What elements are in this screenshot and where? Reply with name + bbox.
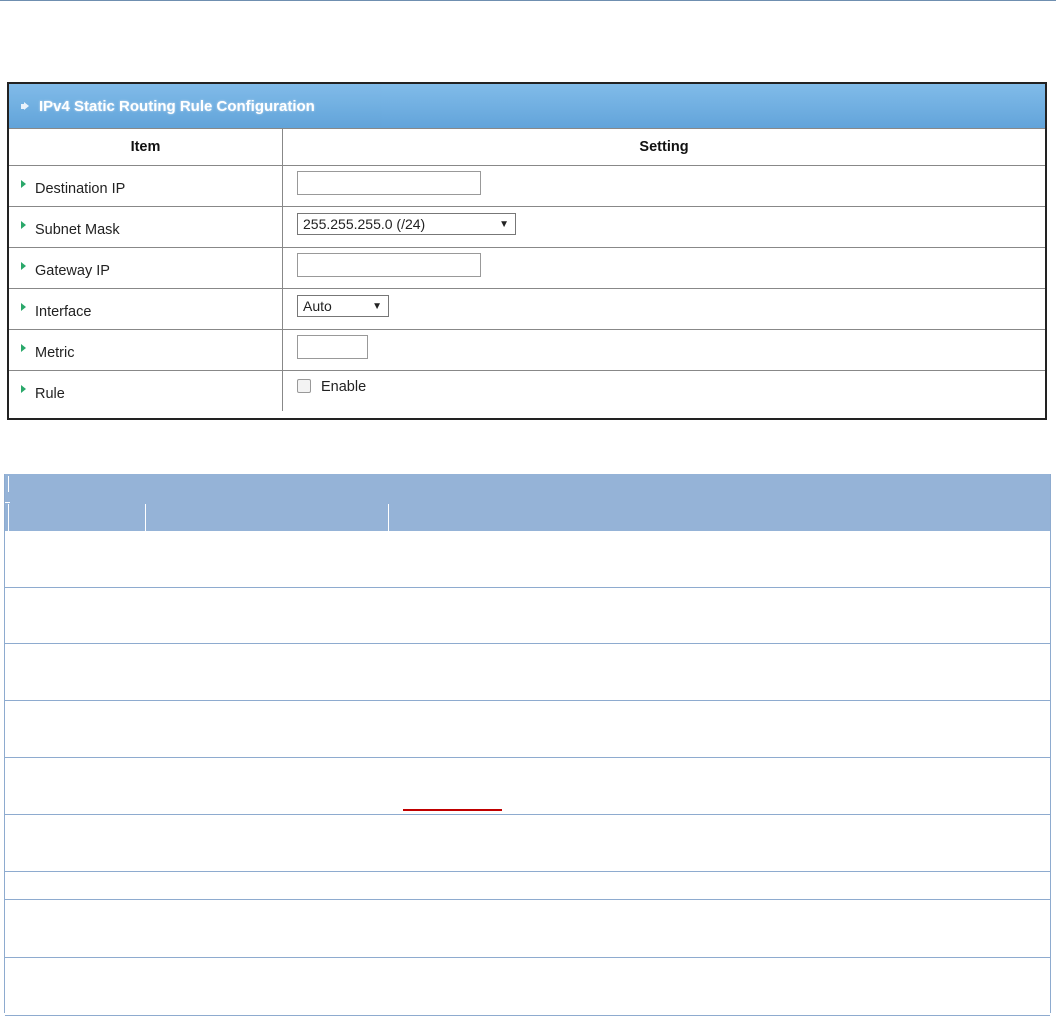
dropdown-caret-icon: ▼ xyxy=(499,218,509,230)
bullet-arrow-icon xyxy=(21,303,26,312)
header-divider xyxy=(145,504,146,531)
bullet-arrow-icon xyxy=(21,262,26,271)
panel-title: IPv4 Static Routing Rule Configuration xyxy=(39,97,315,115)
interface-label: Interface xyxy=(35,304,92,320)
bullet-arrow-icon xyxy=(21,385,26,394)
table-row xyxy=(5,958,1050,1016)
top-rule xyxy=(0,0,1056,1)
table-row: Rule Enable xyxy=(9,370,1045,411)
header-divider xyxy=(388,504,389,531)
description-table xyxy=(4,474,1051,1016)
gateway-ip-label: Gateway IP xyxy=(35,263,110,279)
rule-enable-checkbox[interactable] xyxy=(297,379,311,394)
speaker-icon xyxy=(21,101,31,111)
hyperlink-underline[interactable] xyxy=(403,809,502,811)
table-row: Subnet Mask 255.255.255.0 (/24) ▼ xyxy=(9,206,1045,248)
table-row xyxy=(5,644,1050,701)
table-row xyxy=(5,815,1050,872)
panel-header: IPv4 Static Routing Rule Configuration xyxy=(9,84,1045,128)
header-divider xyxy=(8,476,9,492)
metric-input[interactable] xyxy=(297,335,368,359)
header-divider xyxy=(8,504,9,531)
table-row xyxy=(5,588,1050,644)
interface-select[interactable]: Auto ▼ xyxy=(297,295,389,317)
routing-config-panel: IPv4 Static Routing Rule Configuration I… xyxy=(7,82,1047,420)
table-header-row: Item Setting xyxy=(9,128,1045,166)
table-row xyxy=(5,531,1050,588)
metric-label: Metric xyxy=(35,345,75,361)
subnet-mask-value: 255.255.255.0 (/24) xyxy=(303,216,426,232)
table-row: Metric xyxy=(9,329,1045,371)
rule-enable-label: Enable xyxy=(321,379,367,395)
description-table-header xyxy=(5,474,1050,531)
dropdown-caret-icon: ▼ xyxy=(372,300,382,312)
bullet-arrow-icon xyxy=(21,180,26,189)
column-header-item: Item xyxy=(9,128,283,166)
subnet-mask-select[interactable]: 255.255.255.0 (/24) ▼ xyxy=(297,213,516,235)
gateway-ip-input[interactable] xyxy=(297,253,481,277)
rule-label: Rule xyxy=(35,386,65,402)
interface-value: Auto xyxy=(303,298,332,314)
table-row: Gateway IP xyxy=(9,247,1045,289)
table-row: Interface Auto ▼ xyxy=(9,288,1045,330)
subnet-mask-label: Subnet Mask xyxy=(35,222,120,238)
header-divider xyxy=(5,502,10,503)
column-header-setting: Setting xyxy=(282,128,1045,166)
destination-ip-label: Destination IP xyxy=(35,181,126,197)
config-table: Item Setting Destination IP Subnet Mask … xyxy=(9,128,1045,411)
table-row xyxy=(5,872,1050,900)
destination-ip-input[interactable] xyxy=(297,171,481,195)
table-row xyxy=(5,758,1050,815)
bullet-arrow-icon xyxy=(21,344,26,353)
bullet-arrow-icon xyxy=(21,221,26,230)
table-row xyxy=(5,701,1050,758)
table-row xyxy=(5,900,1050,958)
table-row: Destination IP xyxy=(9,165,1045,207)
